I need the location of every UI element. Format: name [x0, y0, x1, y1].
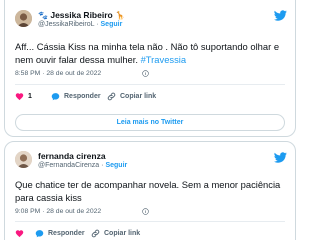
tweet-card: 🐾 Jessika Ribeiro 🦒 @JessikaRibeiroL · S…	[4, 0, 296, 137]
timestamp[interactable]: 8:58 PM · 28 de out de 2022	[15, 70, 101, 77]
tweet-text: Que chatice ter de acompanhar novela. Se…	[15, 179, 281, 203]
like-count: 1	[28, 93, 32, 100]
action-bar: 1 Responder Copiar link	[15, 92, 285, 106]
follow-button[interactable]: Seguir	[101, 21, 123, 28]
reply-label: Responder	[64, 93, 101, 100]
reply-button[interactable]: Responder	[51, 92, 101, 101]
separator: ·	[101, 162, 104, 169]
tweet-text: Aff... Cássia Kiss na minha tela não . N…	[15, 41, 280, 65]
divider	[15, 221, 285, 222]
timestamp[interactable]: 9:08 PM · 28 de out de 2022	[15, 208, 101, 215]
author-name[interactable]: fernanda cirenza	[38, 151, 106, 161]
avatar[interactable]	[15, 151, 32, 168]
giraffe-emoji-icon: 🦒	[115, 11, 126, 20]
reply-bubble-icon	[51, 93, 60, 101]
copy-link-label: Copiar link	[104, 230, 141, 237]
hashtag-link[interactable]: #Travessia	[141, 54, 187, 65]
author-name[interactable]: 🐾 Jessika Ribeiro 🦒	[38, 10, 125, 20]
author-handle[interactable]: @FernandaCirenza	[38, 162, 99, 169]
like-button[interactable]: 1	[15, 92, 32, 101]
reply-bubble-icon	[35, 230, 44, 238]
author-handle[interactable]: @JessikaRibeiroL	[38, 21, 94, 28]
copy-link-button[interactable]: Copiar link	[91, 229, 140, 238]
separator: ·	[96, 21, 99, 28]
reply-label: Responder	[48, 230, 85, 237]
link-icon	[91, 229, 100, 238]
info-icon[interactable]	[142, 70, 149, 77]
follow-button[interactable]: Seguir	[105, 162, 127, 169]
author-name-text: Jessika Ribeiro	[50, 10, 113, 20]
heart-icon	[15, 93, 24, 101]
link-icon	[107, 92, 116, 101]
info-icon[interactable]	[142, 208, 149, 215]
heart-icon	[15, 230, 24, 238]
sparkle-emoji-icon: 🐾	[38, 11, 48, 20]
reply-button[interactable]: Responder	[35, 229, 85, 238]
twitter-bird-icon[interactable]	[274, 151, 287, 164]
tweet-card: fernanda cirenza @FernandaCirenza · Segu…	[4, 141, 296, 240]
avatar[interactable]	[15, 10, 32, 27]
like-button[interactable]	[15, 229, 24, 238]
twitter-bird-icon[interactable]	[274, 9, 287, 22]
read-more-button[interactable]: Leia mais no Twitter	[15, 114, 285, 131]
handle-row: @FernandaCirenza · Seguir	[38, 162, 127, 169]
copy-link-button[interactable]: Copiar link	[107, 92, 156, 101]
copy-link-label: Copiar link	[120, 93, 157, 100]
handle-row: @JessikaRibeiroL · Seguir	[38, 21, 122, 28]
action-bar: Responder Copiar link	[15, 229, 285, 240]
divider	[15, 84, 285, 85]
